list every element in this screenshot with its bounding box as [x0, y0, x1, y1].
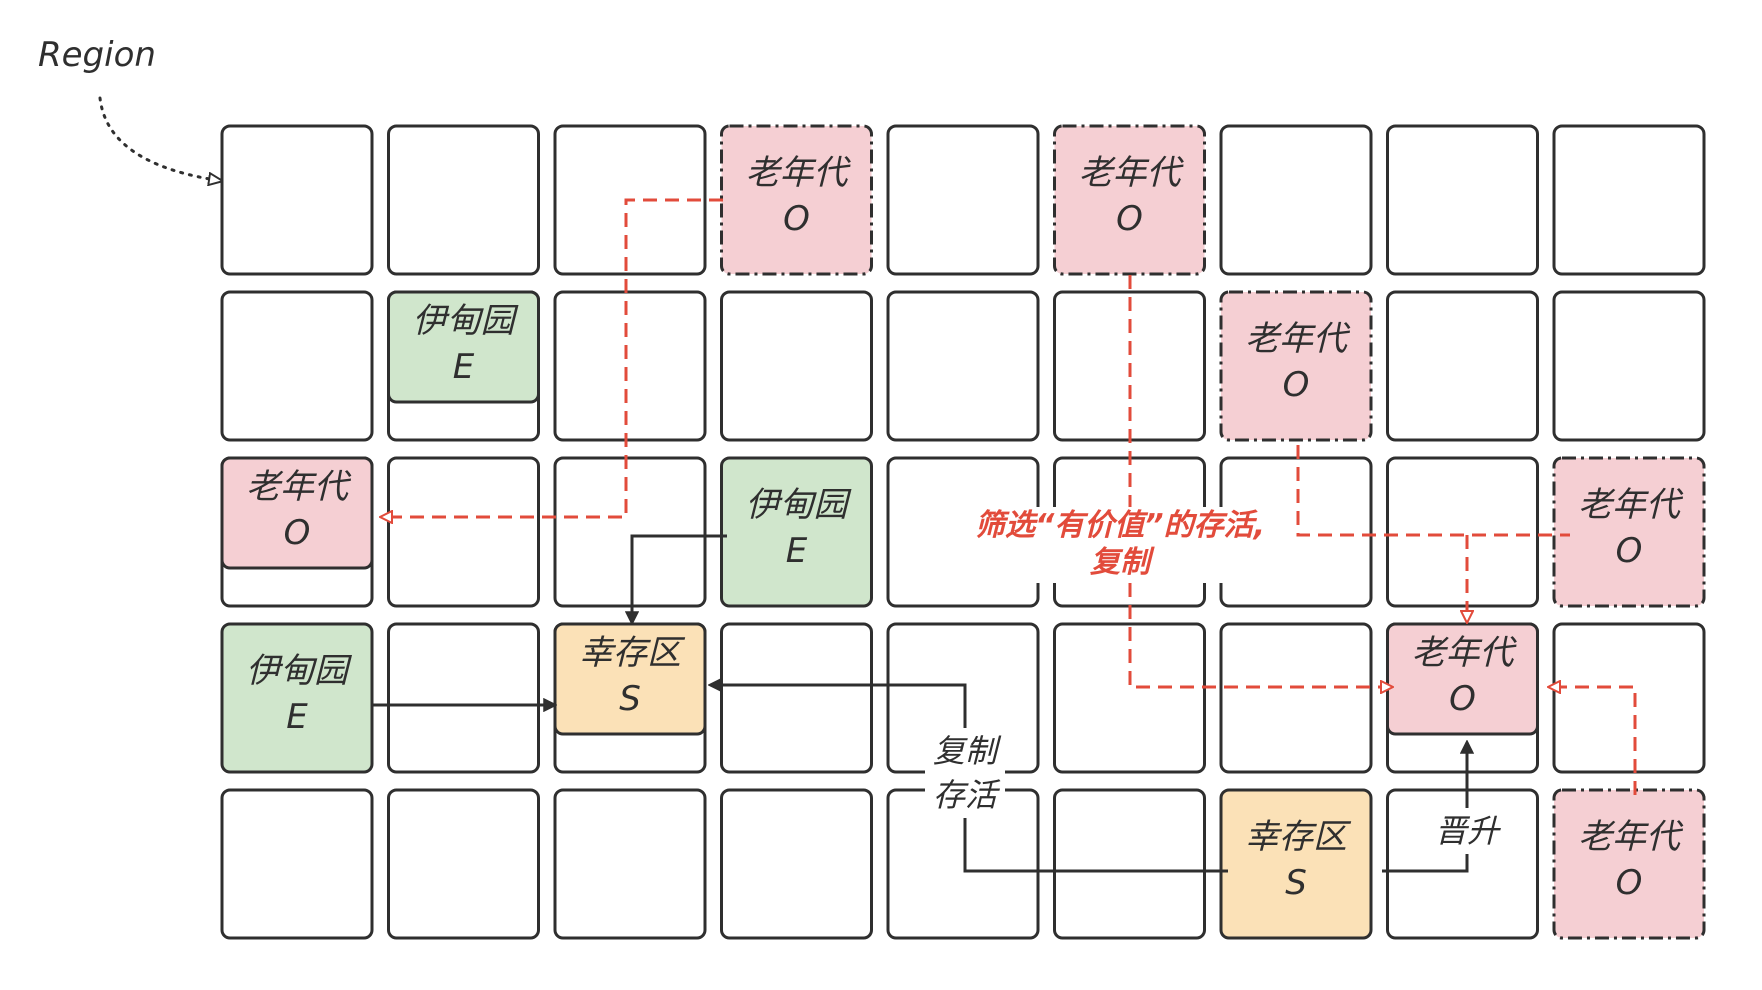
region-cell-empty — [220, 124, 374, 276]
region-cell-empty — [220, 290, 374, 442]
region-cell-old: 老年代 O — [1552, 456, 1706, 608]
region-box — [387, 622, 540, 774]
region-box — [553, 290, 707, 442]
region-code: E — [286, 697, 308, 737]
region-code: O — [1616, 863, 1643, 903]
region-name: 老年代 — [1578, 485, 1684, 525]
region-box — [1219, 124, 1373, 276]
region-box — [387, 124, 540, 276]
region-box — [1552, 290, 1706, 442]
region-box — [720, 290, 873, 442]
region-box — [387, 456, 540, 608]
annotation-copy-live-line1: 复制 — [933, 732, 1002, 770]
region-box — [1552, 124, 1706, 276]
region-box — [720, 788, 873, 940]
region-cell-eden: 伊甸园 E — [387, 290, 540, 442]
region-code: E — [786, 531, 808, 571]
region-cell-empty — [387, 788, 540, 940]
region-label: Region — [38, 35, 156, 75]
region-box — [886, 290, 1040, 442]
region-cell-empty — [387, 622, 540, 774]
region-box — [387, 788, 540, 940]
region-cell-empty — [553, 290, 707, 442]
region-cell-survivor: 幸存区 S — [1219, 788, 1373, 940]
region-name: 伊甸园 — [413, 301, 520, 341]
region-name: 老年代 — [1079, 153, 1185, 193]
region-code: O — [1449, 679, 1476, 719]
region-cell-old: 老年代 O — [1386, 622, 1539, 774]
region-code: O — [1116, 199, 1143, 239]
region-cell-empty — [1386, 456, 1539, 608]
region-cell-empty — [1552, 290, 1706, 442]
region-cell-old: 老年代 O — [720, 124, 873, 276]
region-box — [220, 290, 374, 442]
region-box — [1219, 622, 1373, 774]
region-cell-empty — [1552, 124, 1706, 276]
annotation-copy-live-line2: 存活 — [933, 776, 1001, 814]
region-name: 伊甸园 — [246, 651, 353, 691]
region-cell-empty — [720, 788, 873, 940]
region-name: 幸存区 — [579, 633, 686, 673]
region-box — [553, 456, 707, 608]
region-box — [220, 124, 374, 276]
region-cell-old: 老年代 O — [220, 456, 374, 608]
region-name: 老年代 — [246, 467, 352, 507]
region-cell-empty — [1053, 788, 1206, 940]
region-code: O — [1283, 365, 1310, 405]
region-code: S — [1285, 863, 1307, 903]
region-box — [1386, 290, 1539, 442]
region-cell-empty — [553, 456, 707, 608]
region-cell-empty — [1386, 124, 1539, 276]
region-box — [1552, 622, 1706, 774]
region-cell-empty — [220, 788, 374, 940]
region-name: 老年代 — [746, 153, 852, 193]
region-name: 伊甸园 — [746, 485, 853, 525]
region-box — [886, 124, 1040, 276]
region-cell-empty — [387, 456, 540, 608]
region-cell-empty — [1053, 622, 1206, 774]
region-cell-old: 老年代 O — [1552, 788, 1706, 940]
region-pointer-arrow — [98, 96, 222, 181]
region-box — [1386, 124, 1539, 276]
region-cell-empty — [387, 124, 540, 276]
region-box — [1053, 622, 1206, 774]
region-code: E — [453, 347, 475, 387]
region-cell-old: 老年代 O — [1219, 290, 1373, 442]
region-box — [220, 788, 374, 940]
region-box — [1386, 456, 1539, 608]
region-cell-empty — [720, 290, 873, 442]
region-name: 幸存区 — [1245, 817, 1352, 857]
region-box — [720, 622, 873, 774]
region-cell-eden: 伊甸园 E — [220, 622, 374, 774]
region-cell-empty — [886, 290, 1040, 442]
g1-region-diagram: Region 老年代 O 老年代 O 伊甸园 E 老年代 O 老年代 O 伊甸园 E 老年代 O 伊甸园 E 幸… — [38, 35, 1706, 940]
annotation-mixed-gc-line1: 筛选“有价值”的存活, — [975, 508, 1265, 543]
region-name: 老年代 — [1412, 633, 1518, 673]
region-cell-empty — [1219, 622, 1373, 774]
region-cell-empty — [1552, 622, 1706, 774]
region-box — [1053, 788, 1206, 940]
region-cell-empty — [553, 788, 707, 940]
region-cell-empty — [720, 622, 873, 774]
region-cell-old: 老年代 O — [1053, 124, 1206, 276]
annotation-promote: 晋升 — [1435, 812, 1501, 850]
region-cell-eden: 伊甸园 E — [720, 456, 873, 608]
region-name: 老年代 — [1245, 319, 1351, 359]
region-cell-survivor: 幸存区 S — [553, 622, 707, 774]
region-code: O — [783, 199, 810, 239]
region-code: S — [619, 679, 641, 719]
region-name: 老年代 — [1578, 817, 1684, 857]
region-code: O — [1616, 531, 1643, 571]
region-code: O — [284, 513, 311, 553]
region-box — [553, 788, 707, 940]
region-cell-empty — [1219, 124, 1373, 276]
region-cell-empty — [1386, 290, 1539, 442]
region-cell-empty — [886, 124, 1040, 276]
annotation-mixed-gc-line2: 复制 — [1090, 545, 1155, 580]
